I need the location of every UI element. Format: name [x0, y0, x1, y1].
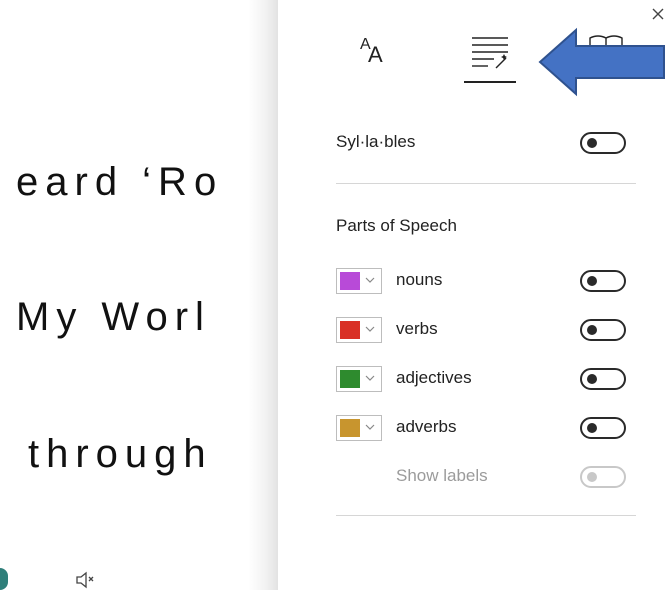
reader-text-line: My Worl	[16, 295, 211, 339]
adjectives-color-swatch	[340, 370, 360, 388]
toggle-knob	[587, 276, 597, 286]
left-arrow-annotation	[538, 27, 665, 97]
grammar-options-panel: A A Syl·la·bles Parts of Speech nouns ve…	[278, 0, 670, 590]
syllables-label: Syl·la·bles	[336, 132, 416, 151]
tab-text-options[interactable]: A A	[358, 36, 398, 72]
adverbs-toggle[interactable]	[580, 417, 626, 439]
panel-tabbar: A A	[278, 0, 670, 100]
parts-of-speech-heading: Parts of Speech	[336, 216, 457, 235]
reader-text-line: through	[28, 432, 213, 476]
nouns-label: nouns	[396, 270, 443, 289]
panel-shadow	[248, 0, 280, 590]
syllables-toggle[interactable]	[580, 132, 626, 154]
pos-row-nouns: nouns	[278, 260, 670, 300]
adjectives-toggle[interactable]	[580, 368, 626, 390]
pos-row-adjectives: adjectives	[278, 358, 670, 398]
nouns-toggle[interactable]	[580, 270, 626, 292]
chevron-down-icon	[365, 326, 375, 332]
toggle-knob	[587, 374, 597, 384]
verbs-toggle[interactable]	[580, 319, 626, 341]
adverbs-color-picker[interactable]	[336, 415, 382, 441]
adverbs-color-swatch	[340, 419, 360, 437]
toggle-knob	[587, 138, 597, 148]
pos-row-adverbs: adverbs	[278, 407, 670, 447]
verbs-color-swatch	[340, 321, 360, 339]
grammar-wand-icon	[472, 37, 508, 69]
chevron-down-icon	[365, 375, 375, 381]
reader-text-line: eard ‘Ro	[16, 160, 224, 204]
toggle-knob	[587, 423, 597, 433]
verbs-label: verbs	[396, 319, 438, 338]
nouns-color-picker[interactable]	[336, 268, 382, 294]
text-options-icon-large: A	[368, 42, 383, 67]
chevron-down-icon	[365, 424, 375, 430]
adverbs-label: adverbs	[396, 417, 457, 436]
tab-grammar-options[interactable]	[464, 30, 516, 82]
nouns-color-swatch	[340, 272, 360, 290]
toggle-knob	[587, 325, 597, 335]
show-labels-label: Show labels	[396, 466, 488, 485]
pos-row-verbs: verbs	[278, 309, 670, 349]
chevron-down-icon	[365, 277, 375, 283]
toggle-knob	[587, 472, 597, 482]
speaker-icon[interactable]	[74, 570, 96, 590]
syllables-row: Syl·la·bles	[278, 122, 670, 162]
avatar[interactable]	[0, 568, 8, 590]
adjectives-label: adjectives	[396, 368, 472, 387]
active-tab-indicator	[464, 81, 516, 83]
show-labels-toggle	[580, 466, 626, 488]
divider	[336, 515, 636, 516]
close-icon[interactable]	[650, 6, 666, 22]
adjectives-color-picker[interactable]	[336, 366, 382, 392]
verbs-color-picker[interactable]	[336, 317, 382, 343]
divider	[336, 183, 636, 184]
show-labels-row: Show labels	[278, 456, 670, 496]
